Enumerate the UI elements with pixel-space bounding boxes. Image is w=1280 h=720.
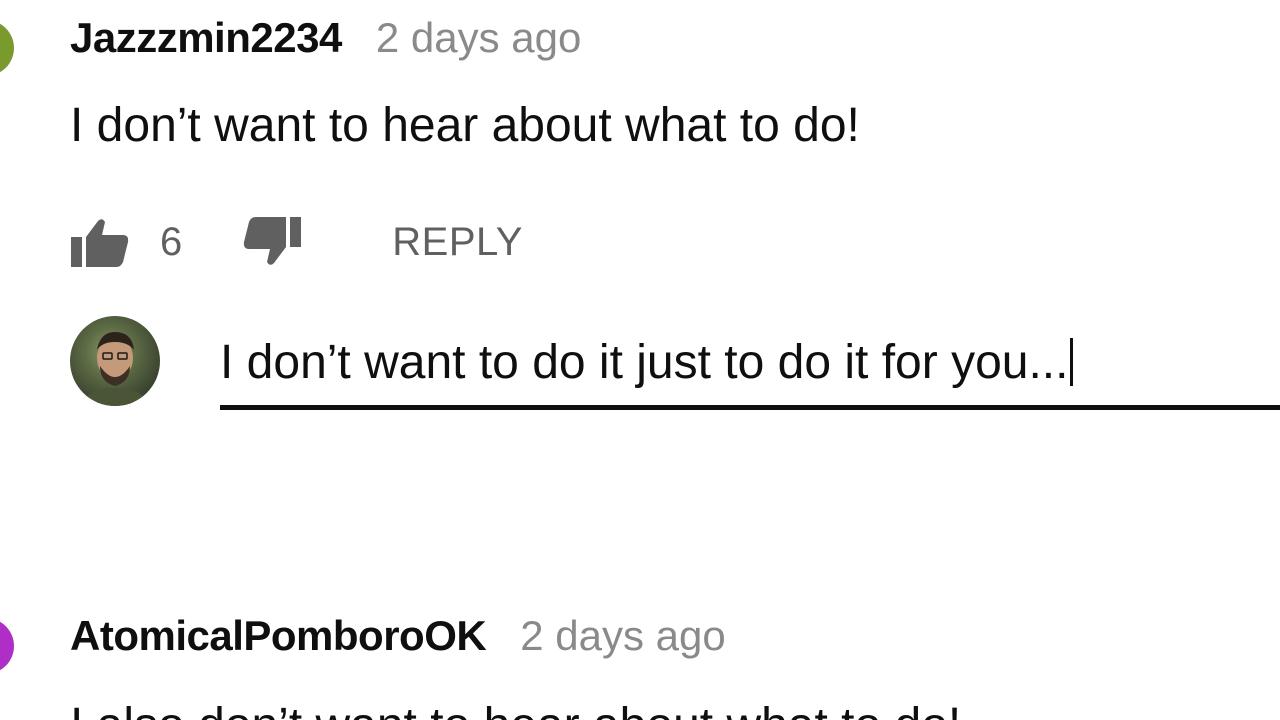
reply-input-underline xyxy=(220,405,1280,410)
reply-button[interactable]: REPLY xyxy=(392,220,523,265)
commenter-avatar[interactable] xyxy=(0,20,14,76)
like-button[interactable] xyxy=(70,212,130,272)
dislike-button[interactable] xyxy=(242,212,302,272)
comment-text: I also don’t want to hear about what to … xyxy=(70,698,961,720)
reply-input-value: I don’t want to do it just to do it for … xyxy=(220,335,1069,389)
comment-text: I don’t want to hear about what to do! xyxy=(70,99,860,152)
comment-thread-1: Jazzzmin2234 2 days ago I don’t want to … xyxy=(0,0,1280,410)
thumbs-up-icon xyxy=(71,219,129,267)
reply-composer: I don’t want to do it just to do it for … xyxy=(70,316,1280,416)
comment-header: AtomicalPomboroOK 2 days ago xyxy=(70,612,726,660)
user-photo-icon xyxy=(80,332,150,406)
comment-author[interactable]: Jazzzmin2234 xyxy=(70,14,342,62)
comment-author[interactable]: AtomicalPomboroOK xyxy=(70,612,487,660)
commenter-avatar[interactable] xyxy=(0,618,14,674)
like-count: 6 xyxy=(160,219,183,264)
comment-header: Jazzzmin2234 2 days ago xyxy=(70,14,581,62)
comment-timestamp[interactable]: 2 days ago xyxy=(376,14,582,62)
comment-timestamp[interactable]: 2 days ago xyxy=(520,612,726,660)
thumbs-down-icon xyxy=(244,217,302,265)
current-user-avatar xyxy=(70,316,160,406)
comment-actions: 6 REPLY xyxy=(70,212,523,272)
text-caret xyxy=(1070,338,1074,386)
reply-input[interactable]: I don’t want to do it just to do it for … xyxy=(220,322,1280,402)
comment-thread-2: AtomicalPomboroOK 2 days ago I also don’… xyxy=(0,590,1280,720)
